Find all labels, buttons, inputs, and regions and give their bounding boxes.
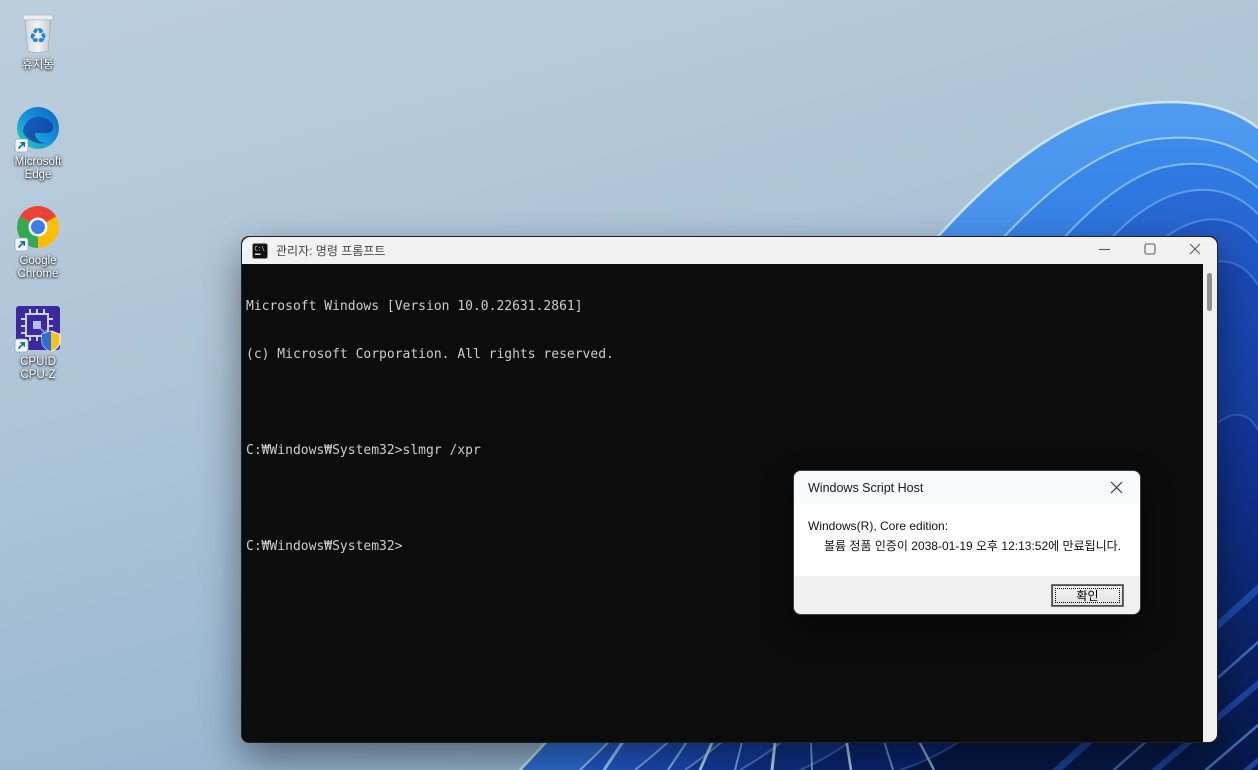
maximize-icon xyxy=(1143,242,1156,260)
close-button[interactable] xyxy=(1172,237,1217,264)
scrollbar-thumb[interactable] xyxy=(1207,273,1212,311)
caption-buttons xyxy=(1082,237,1217,264)
svg-text:♻: ♻ xyxy=(29,25,48,48)
desktop-icon-label: Microsoft Edge xyxy=(14,156,62,181)
minimize-button[interactable] xyxy=(1082,237,1127,264)
cpuid-cpu-z-icon xyxy=(14,305,62,353)
desktop-icon-label: 휴지통 xyxy=(22,59,54,71)
microsoft-edge-icon xyxy=(14,105,62,153)
terminal-line: C:₩Windows₩System32>slmgr /xpr xyxy=(246,443,481,458)
wsh-message-line1: Windows(R), Core edition: xyxy=(808,519,949,533)
close-icon xyxy=(1110,481,1122,494)
dialog-close-button[interactable] xyxy=(1106,478,1126,498)
wsh-message-line2: 볼륨 정품 인증이 2038-01-19 오후 12:13:52에 만료됩니다. xyxy=(824,539,1122,553)
desktop-icon-google-chrome[interactable]: Google Chrome xyxy=(1,204,75,281)
ok-button[interactable]: 확인 xyxy=(1051,584,1124,607)
maximize-button[interactable] xyxy=(1127,237,1172,264)
wsh-dialog-titlebar[interactable]: Windows Script Host xyxy=(794,471,1140,504)
desktop-icon-cpuid-cpu-z[interactable]: CPUID CPU-Z xyxy=(1,305,75,382)
cmd-icon: C:\ xyxy=(252,242,268,259)
terminal-line: (c) Microsoft Corporation. All rights re… xyxy=(246,347,614,362)
recycle-bin-icon: ♻ xyxy=(14,8,62,56)
desktop: ♻ 휴지통 Microsoft Edge Google Chrome CPUID… xyxy=(0,0,1258,770)
wsh-dialog-footer: 확인 xyxy=(794,576,1140,614)
minimize-icon xyxy=(1099,242,1110,260)
terminal-scrollbar[interactable] xyxy=(1203,264,1217,742)
google-chrome-icon xyxy=(14,204,62,252)
svg-text:C:\: C:\ xyxy=(254,246,265,252)
wsh-dialog-body: Windows(R), Core edition: 볼륨 정품 인증이 2038… xyxy=(794,504,1140,576)
desktop-icon-recycle-bin[interactable]: ♻ 휴지통 xyxy=(1,8,75,72)
wsh-dialog-title: Windows Script Host xyxy=(808,480,924,495)
cmd-window-title: 관리자: 명령 프롬프트 xyxy=(276,244,386,258)
desktop-icon-microsoft-edge[interactable]: Microsoft Edge xyxy=(1,105,75,182)
desktop-icon-label: Google Chrome xyxy=(17,255,59,280)
cmd-titlebar[interactable]: C:\ 관리자: 명령 프롬프트 xyxy=(242,237,1217,264)
close-icon xyxy=(1189,242,1201,260)
desktop-icon-label: CPUID CPU-Z xyxy=(20,356,56,381)
wsh-dialog: Windows Script Host Windows(R), Core edi… xyxy=(793,470,1141,615)
terminal-line: Microsoft Windows [Version 10.0.22631.28… xyxy=(246,299,583,314)
